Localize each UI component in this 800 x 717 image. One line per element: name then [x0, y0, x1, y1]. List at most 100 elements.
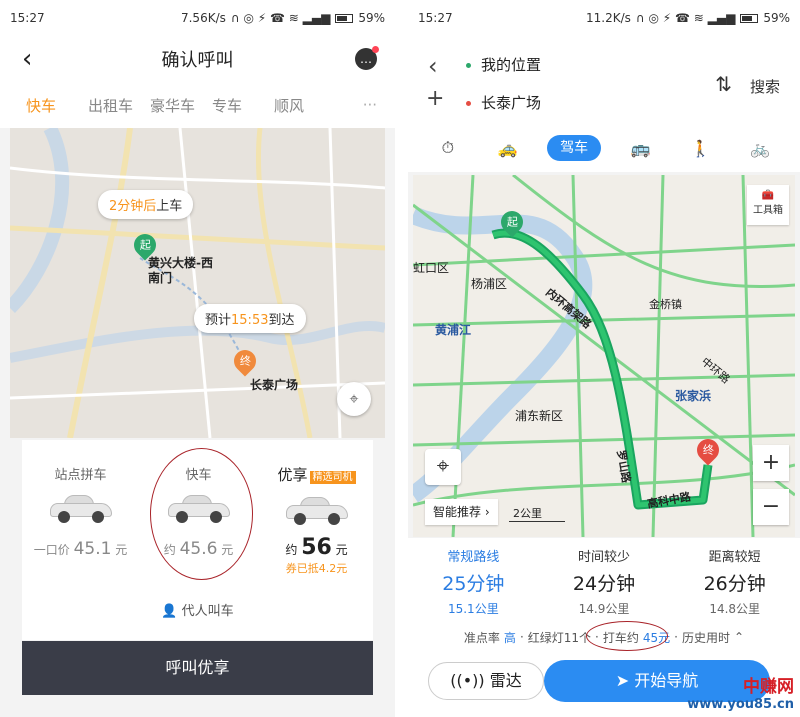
start-location-label: 黄兴大楼-西南门	[148, 256, 213, 285]
status-time: 15:27	[10, 11, 45, 25]
route-map-roads	[413, 175, 795, 537]
car-icon	[285, 497, 348, 525]
price-value: 45.1	[73, 539, 112, 559]
eta-bubble: 预计15:53到达	[194, 304, 306, 333]
option-name: 优享 精选司机	[258, 464, 375, 485]
mode-taxi-icon[interactable]: 🚕	[487, 139, 527, 158]
mode-timer-icon[interactable]: ⏱	[428, 138, 468, 158]
radar-button[interactable]: ((•)) 雷达	[428, 662, 544, 700]
mode-walk-icon[interactable]: 🚶	[680, 139, 720, 158]
status-bar: 15:27 7.56K/s ∩ ◎ ⚡ ☎ ≋ ▂▄▆ 59%	[0, 0, 395, 36]
mode-bike-icon[interactable]: 🚲	[740, 139, 780, 158]
toolbox-icon: 🧰	[761, 190, 775, 201]
route-options: 常规路线 25分钟 15.1公里 时间较少 24分钟 14.9公里 距离较短 2…	[408, 538, 800, 618]
left-phone-screen: 15:27 7.56K/s ∩ ◎ ⚡ ☎ ≋ ▂▄▆ 59% ‹ 确认呼叫 ……	[0, 0, 395, 717]
locate-icon[interactable]: ⌖	[337, 382, 371, 416]
network-speed: 7.56K/s	[180, 11, 226, 25]
call-button[interactable]: 呼叫优享	[22, 641, 373, 695]
tab-luxury[interactable]: 豪华车	[150, 95, 212, 116]
signal-icons: ∩ ◎ ⚡ ☎ ≋ ▂▄▆	[635, 11, 736, 25]
origin-field[interactable]: 我的位置	[466, 54, 541, 75]
agent-call-link[interactable]: 👤 代人叫车	[22, 600, 373, 619]
option-carpool[interactable]: 站点拼车 一口价 45.1 元	[22, 440, 139, 590]
route-option[interactable]: 常规路线 25分钟 15.1公里	[408, 538, 539, 618]
watermark-url: www.you85.cn	[687, 697, 794, 712]
battery-icon	[335, 13, 354, 23]
route-distance: 15.1公里	[447, 602, 499, 616]
option-price: 约 56 元	[258, 535, 375, 560]
route-option[interactable]: 时间较少 24分钟 14.9公里	[539, 538, 670, 618]
locate-icon[interactable]: ⌖	[425, 449, 461, 485]
end-pin-label: 终	[239, 355, 251, 368]
pickup-text: 上车	[156, 199, 183, 214]
mode-bus-icon[interactable]: 🚌	[621, 139, 661, 158]
annotation-circle	[586, 621, 668, 651]
map-label: 虹口区	[413, 261, 450, 275]
eta-prefix: 预计	[205, 313, 232, 328]
map-label: 张家浜	[675, 389, 712, 403]
transport-modes: ⏱ 🚕 驾车 🚌 🚶 🚲	[408, 124, 800, 172]
zoom-out-button[interactable]: −	[753, 489, 789, 525]
route-option[interactable]: 距离较短 26分钟 14.8公里	[669, 538, 800, 618]
map-label: 金桥镇	[649, 298, 682, 311]
option-price: 一口价 45.1 元	[22, 539, 139, 559]
zoom-in-button[interactable]: +	[753, 445, 789, 481]
title-bar: ‹ 确认呼叫 …	[0, 36, 395, 82]
end-location-label: 长泰广场	[250, 378, 299, 392]
route-label: 距离较短	[708, 550, 761, 565]
back-arrow-icon[interactable]: ‹	[428, 52, 438, 80]
pickup-time-bubble: 2分钟后上车	[98, 190, 194, 219]
coupon-text: 券已抵4.2元	[285, 562, 348, 575]
eta-time: 15:53	[231, 313, 269, 328]
traffic-lights: 红绿灯11个	[527, 630, 592, 645]
route-time: 25分钟	[442, 573, 505, 595]
service-tabs: 快车 出租车 豪华车 专车 顺风 ···	[0, 82, 395, 128]
accuracy-value: 高	[503, 630, 516, 645]
battery-percent: 59%	[358, 11, 385, 25]
status-bar: 15:27 11.2K/s ∩ ◎ ⚡ ☎ ≋ ▂▄▆ 59%	[408, 0, 800, 36]
tab-hitch[interactable]: 顺风	[274, 95, 336, 116]
smart-recommend-button[interactable]: 智能推荐 ›	[425, 499, 498, 525]
right-phone-screen: 15:27 11.2K/s ∩ ◎ ⚡ ☎ ≋ ▂▄▆ 59% ‹ + 我的位置…	[408, 0, 800, 717]
add-waypoint-icon[interactable]: +	[426, 86, 444, 111]
tab-taxi[interactable]: 出租车	[88, 95, 150, 116]
origin-text: 我的位置	[481, 56, 542, 74]
option-premium[interactable]: 优享 精选司机 约 56 元 券已抵4.2元	[258, 440, 375, 590]
end-pin-label: 终	[702, 444, 714, 457]
network-speed: 11.2K/s	[585, 11, 631, 25]
route-time: 24分钟	[572, 573, 636, 595]
price-value: 56	[301, 535, 332, 560]
option-name-text: 优享	[277, 466, 308, 484]
tab-premier[interactable]: 专车	[212, 95, 274, 116]
price-prefix: 一口价	[33, 543, 70, 557]
map-label: 杨浦区	[471, 277, 508, 291]
expand-icon[interactable]: ⌃	[734, 630, 744, 644]
radar-icon: ((•))	[450, 671, 485, 690]
agent-call-label: 代人叫车	[181, 604, 234, 619]
history-time-link[interactable]: 历史用时	[682, 629, 730, 646]
mode-drive-tab[interactable]: 驾车	[547, 135, 602, 161]
tab-express[interactable]: 快车	[26, 95, 88, 116]
swap-icon[interactable]: ⇅	[715, 72, 732, 96]
price-prefix: 约	[285, 543, 298, 557]
start-pin-label: 起	[506, 216, 518, 229]
toolbox-label: 工具箱	[753, 205, 783, 216]
route-distance: 14.8公里	[709, 602, 761, 616]
toolbox-button[interactable]: 🧰 工具箱	[747, 185, 789, 225]
accuracy-label: 准点率	[463, 630, 500, 645]
route-time: 26分钟	[703, 573, 766, 595]
driver-badge: 精选司机	[309, 471, 356, 484]
map-label: 黄浦江	[435, 323, 472, 337]
watermark-title: 中赚网	[743, 677, 794, 697]
route-map[interactable]: 起 终 虹口区 杨浦区 黄浦江 浦东新区 张家浜 金桥镇 内环高架路 罗山路 高…	[413, 175, 795, 537]
destination-field[interactable]: 长泰广场	[466, 92, 541, 113]
message-icon[interactable]: …	[355, 46, 379, 70]
navigation-arrow-icon: ➤	[615, 671, 630, 690]
map-view[interactable]: 2分钟后上车 起 黄兴大楼-西南门 预计15:53到达 终 长泰广场 ⌖	[10, 128, 385, 438]
status-time: 15:27	[418, 11, 453, 25]
page-title: 确认呼叫	[161, 50, 234, 71]
route-label: 时间较少	[578, 550, 631, 565]
more-tabs-icon[interactable]: ···	[363, 96, 377, 114]
back-arrow-icon[interactable]: ‹	[22, 46, 32, 72]
search-button[interactable]: 搜索	[750, 76, 780, 97]
